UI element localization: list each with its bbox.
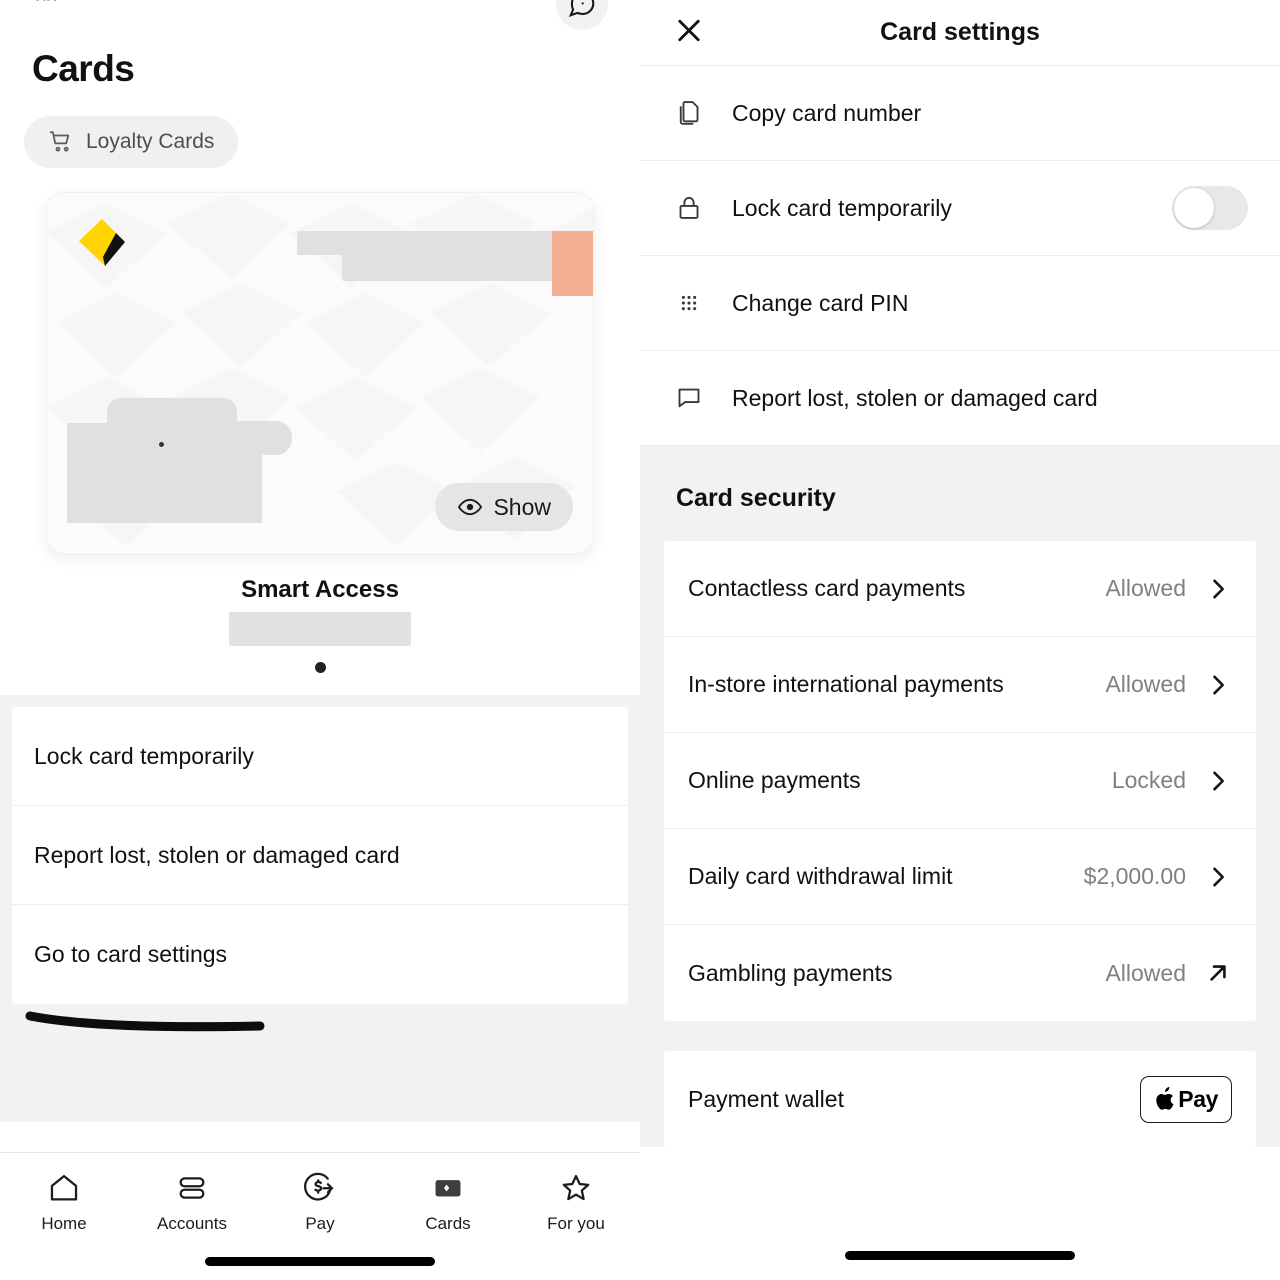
show-button-label: Show [493, 493, 551, 520]
setting-label-copy-card-number: Copy card number [732, 99, 922, 126]
card-name-label: Smart Access [241, 576, 399, 603]
pay-dollar-arrow-icon [304, 1172, 334, 1201]
chip-row: Loyalty Cards [24, 116, 640, 168]
bank-card[interactable]: Show [46, 192, 594, 554]
pager-dot-1[interactable] [314, 662, 326, 673]
nav-item-accounts[interactable]: Accounts [128, 1171, 256, 1234]
loyalty-cards-chip[interactable]: Loyalty Cards [24, 116, 239, 168]
card-carousel[interactable]: Show [0, 192, 640, 554]
apple-logo-icon [1156, 1086, 1174, 1110]
card-detail-dot [159, 442, 164, 447]
security-value-in-store-international-payments: Allowed [1105, 671, 1186, 697]
left-background-filler [0, 1004, 640, 1122]
chevron-right-icon [1213, 771, 1224, 790]
home-icon [50, 1174, 78, 1201]
security-row-online-payments[interactable]: Online payments Locked [664, 733, 1256, 829]
nav-label-home: Home [41, 1214, 87, 1233]
page-title: Cards [32, 48, 135, 89]
star-icon [562, 1174, 590, 1201]
redacted-peach-block-2 [552, 268, 593, 296]
close-button[interactable] [672, 13, 706, 52]
lock-icon [672, 193, 706, 223]
apple-pay-badge[interactable]: Pay [1140, 1075, 1232, 1123]
setting-lock-card-temporarily[interactable]: Lock card temporarily [640, 161, 1280, 256]
card-security-section-title: Card security [676, 484, 836, 512]
quick-actions-card: Lock card temporarily Report lost, stole… [12, 707, 628, 1004]
security-value-daily-card-withdrawal-limit: $2,000.00 [1083, 863, 1186, 889]
chevron-right-icon [1213, 579, 1224, 598]
speech-bubble-icon [672, 383, 706, 413]
chat-bubble-icon [568, 0, 595, 18]
security-value-online-payments: Locked [1111, 767, 1186, 793]
security-label-in-store-international-payments: In-store international payments [688, 671, 1004, 697]
security-row-gambling-payments[interactable]: Gambling payments Allowed [664, 925, 1256, 1021]
nav-item-pay[interactable]: Pay [256, 1171, 384, 1234]
payment-wallet-row[interactable]: Payment wallet Pay [664, 1051, 1256, 1147]
security-row-contactless-card-payments[interactable]: Contactless card payments Allowed [664, 541, 1256, 637]
home-indicator-right [845, 1251, 1075, 1260]
security-label-gambling-payments: Gambling payments [688, 959, 893, 986]
nav-item-for-you[interactable]: For you [512, 1171, 640, 1234]
show-card-details-button[interactable]: Show [435, 483, 573, 531]
setting-label-report-lost-stolen-damaged: Report lost, stolen or damaged card [732, 384, 1098, 411]
redacted-account-number [229, 612, 411, 646]
setting-label-change-card-pin: Change card PIN [732, 289, 909, 316]
payment-wallet-group: Payment wallet Pay [664, 1051, 1256, 1147]
commbank-diamond-logo [79, 219, 125, 266]
nav-label-pay: Pay [305, 1214, 335, 1233]
security-row-daily-card-withdrawal-limit[interactable]: Daily card withdrawal limit $2,000.00 [664, 829, 1256, 925]
card-settings-sheet-panel: Card settings Copy card number Lock card… [640, 0, 1280, 1280]
copy-icon [672, 98, 706, 128]
action-lock-card-temporarily[interactable]: Lock card temporarily [12, 707, 628, 806]
setting-copy-card-number[interactable]: Copy card number [640, 66, 1280, 161]
home-indicator-left [205, 1257, 435, 1266]
setting-change-card-pin[interactable]: Change card PIN [640, 256, 1280, 351]
card-settings-list: Copy card number Lock card temporarily C… [640, 66, 1280, 446]
security-value-gambling-payments: Allowed [1105, 959, 1186, 986]
partial-greeting-text: xn [36, 0, 57, 7]
security-label-daily-card-withdrawal-limit: Daily card withdrawal limit [688, 863, 953, 889]
section-gap [640, 1021, 1280, 1051]
chevron-right-icon [1213, 867, 1224, 886]
apple-pay-badge-text: Pay [1178, 1085, 1218, 1112]
card-security-group: Contactless card payments Allowed In-sto… [664, 541, 1256, 1021]
card-security-section: Card security Contactless card payments … [640, 446, 1280, 1147]
nav-label-for-you: For you [547, 1214, 605, 1233]
security-value-contactless-card-payments: Allowed [1105, 575, 1186, 601]
cards-screen-panel: xn Cards Loyalty Cards [0, 0, 640, 1280]
security-label-contactless-card-payments: Contactless card payments [688, 575, 966, 601]
app-screenshot: xn Cards Loyalty Cards [0, 0, 1280, 1280]
nav-label-cards: Cards [425, 1214, 471, 1233]
security-label-online-payments: Online payments [688, 767, 861, 793]
bottom-navigation-bar[interactable]: Home Accounts Pay Cards For you [0, 1152, 640, 1280]
carousel-pager[interactable] [0, 662, 640, 673]
top-bar: xn [0, 0, 640, 34]
chevron-right-icon [1213, 675, 1224, 694]
nav-item-home[interactable]: Home [0, 1171, 128, 1234]
quick-actions-section: Lock card temporarily Report lost, stole… [0, 695, 640, 1004]
sheet-title: Card settings [880, 18, 1040, 46]
payment-wallet-label: Payment wallet [688, 1085, 844, 1112]
lock-card-toggle[interactable] [1172, 186, 1248, 230]
action-go-to-card-settings[interactable]: Go to card settings [12, 905, 628, 1004]
chat-button[interactable] [556, 0, 608, 30]
nav-item-cards[interactable]: Cards [384, 1171, 512, 1234]
loyalty-cards-chip-label: Loyalty Cards [86, 130, 215, 153]
cards-icon [435, 1180, 461, 1197]
setting-label-lock-card-temporarily: Lock card temporarily [732, 194, 952, 221]
action-report-lost-stolen-damaged[interactable]: Report lost, stolen or damaged card [12, 806, 628, 905]
sheet-header: Card settings [640, 0, 1280, 66]
close-x-icon [678, 19, 700, 41]
eye-icon [458, 498, 483, 516]
shopping-cart-icon [49, 131, 70, 152]
external-link-arrow-icon [1210, 965, 1226, 981]
nav-label-accounts: Accounts [157, 1214, 227, 1233]
keypad-dots-icon [672, 288, 706, 318]
accounts-icon [179, 1177, 205, 1199]
setting-report-lost-stolen-damaged[interactable]: Report lost, stolen or damaged card [640, 351, 1280, 446]
lock-card-toggle-knob [1174, 188, 1214, 228]
redacted-card-detail-4 [157, 445, 247, 485]
security-row-in-store-international-payments[interactable]: In-store international payments Allowed [664, 637, 1256, 733]
